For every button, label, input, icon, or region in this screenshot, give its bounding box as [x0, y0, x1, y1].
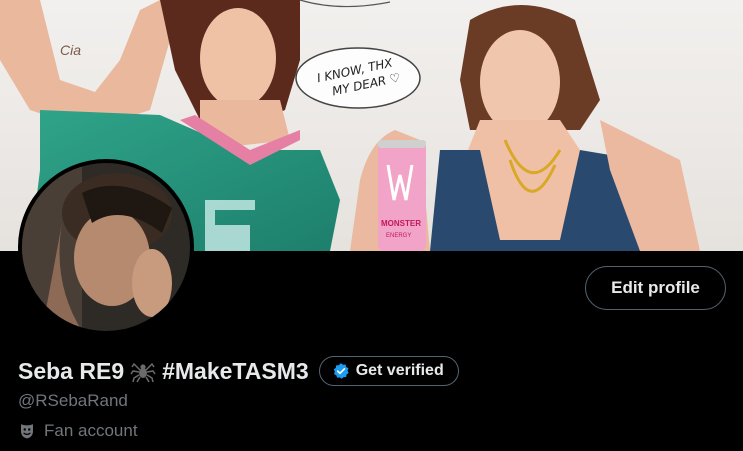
- profile-category: Fan account: [18, 421, 138, 441]
- speech-bubble: [295, 47, 421, 109]
- can-text-2: ENERGY: [386, 233, 411, 239]
- profile-avatar[interactable]: [18, 159, 194, 335]
- verified-badge-icon: [333, 363, 349, 379]
- can-text-1: MONSTER: [381, 219, 421, 228]
- user-handle: @RSebaRand: [18, 391, 128, 410]
- name-row: Seba RE9 #MakeTASM3 Get verified: [18, 352, 459, 390]
- get-verified-button[interactable]: Get verified: [318, 356, 459, 386]
- display-name-text: Seba RE9: [18, 357, 125, 384]
- tattoo-text: Cia: [60, 42, 81, 58]
- spider-icon: [130, 358, 156, 384]
- name-hashtag[interactable]: #MakeTASM3: [162, 358, 309, 385]
- category-label: Fan account: [44, 421, 138, 440]
- edit-profile-button[interactable]: Edit profile: [585, 266, 726, 310]
- get-verified-label: Get verified: [355, 362, 444, 379]
- theater-masks-icon: [21, 424, 33, 439]
- display-name: Seba RE9 #MakeTASM3: [18, 358, 309, 385]
